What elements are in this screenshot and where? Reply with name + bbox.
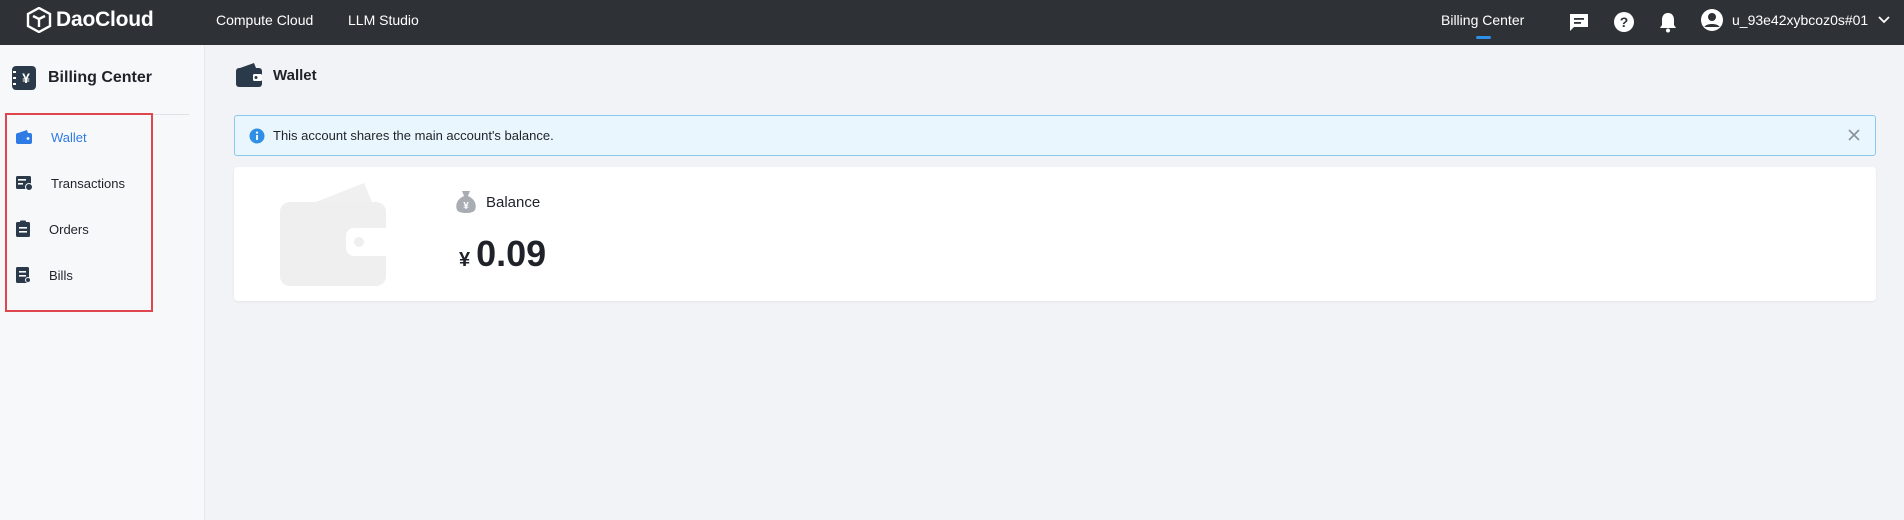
brand-name: DaoCloud xyxy=(56,8,154,31)
top-bar: DaoCloud Compute Cloud LLM Studio Billin… xyxy=(0,0,1904,45)
svg-text:¥: ¥ xyxy=(22,70,30,86)
nav-llm-studio[interactable]: LLM Studio xyxy=(348,12,419,28)
username: u_93e42xybcoz0s#01 xyxy=(1732,12,1869,28)
close-icon[interactable] xyxy=(1847,128,1861,142)
sidebar: ¥ Billing Center Wallet Transactions Ord… xyxy=(0,45,205,520)
svg-text:?: ? xyxy=(1620,14,1629,30)
active-tab-indicator xyxy=(1476,36,1491,39)
nav-billing-center[interactable]: Billing Center xyxy=(1441,12,1524,28)
brand-logo[interactable]: DaoCloud xyxy=(26,7,154,33)
wallet-illustration-icon xyxy=(280,183,392,286)
balance-card: ¥ Balance ¥ 0.09 xyxy=(234,167,1876,301)
alert-message: This account shares the main account's b… xyxy=(273,128,554,143)
balance-label-row: ¥ Balance xyxy=(454,189,540,215)
wallet-icon xyxy=(236,63,262,87)
currency-symbol: ¥ xyxy=(459,249,471,271)
user-avatar-icon xyxy=(1701,9,1723,31)
daocloud-logo-icon xyxy=(26,7,52,33)
balance-label: Balance xyxy=(486,193,541,211)
sidebar-title: Billing Center xyxy=(48,69,153,86)
bell-icon[interactable] xyxy=(1656,10,1680,34)
user-menu[interactable]: u_93e42xybcoz0s#01 xyxy=(1700,8,1890,32)
nav-highlight-box xyxy=(5,113,153,312)
help-icon[interactable]: ? xyxy=(1612,10,1636,34)
money-bag-icon: ¥ xyxy=(456,191,476,213)
info-alert: This account shares the main account's b… xyxy=(234,115,1876,156)
page-title: Wallet xyxy=(273,66,317,84)
svg-text:¥: ¥ xyxy=(463,201,469,212)
chevron-down-icon xyxy=(1878,16,1890,24)
sidebar-header: ¥ Billing Center xyxy=(11,65,152,91)
balance-amount: ¥ 0.09 xyxy=(459,233,546,275)
page-header: Wallet xyxy=(235,62,317,88)
balance-value: 0.09 xyxy=(476,233,547,274)
nav-compute-cloud[interactable]: Compute Cloud xyxy=(216,12,313,28)
message-icon[interactable] xyxy=(1567,10,1591,34)
billing-center-icon: ¥ xyxy=(12,66,36,90)
info-icon xyxy=(249,128,265,143)
